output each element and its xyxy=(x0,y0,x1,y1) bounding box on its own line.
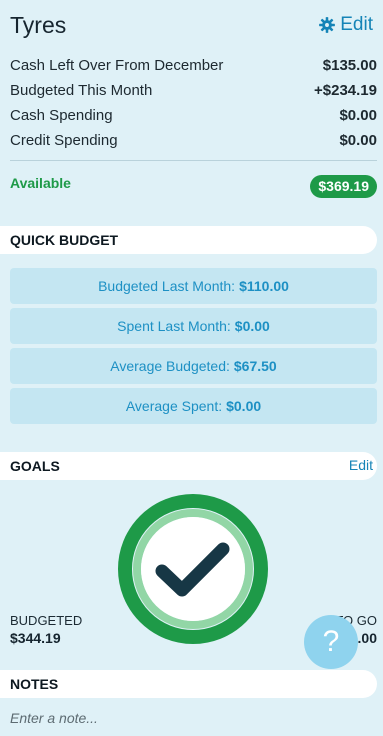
quick-budget-value: $67.50 xyxy=(233,358,277,374)
available-badge: $369.19 xyxy=(310,175,377,198)
quick-budget-value: $0.00 xyxy=(234,318,270,334)
quick-budget-label: Spent Last Month: xyxy=(117,318,231,334)
category-header: Tyres Edit xyxy=(0,0,383,52)
quick-budget-last-month-button[interactable]: Budgeted Last Month: $110.00 xyxy=(10,268,377,304)
gear-icon xyxy=(319,17,336,33)
help-button[interactable]: ? xyxy=(304,615,358,669)
note-input[interactable]: Enter a note... xyxy=(10,710,98,726)
available-label: Available xyxy=(10,175,71,191)
quick-budget-label: Budgeted Last Month: xyxy=(98,278,236,294)
edit-category-label: Edit xyxy=(340,14,373,35)
summary-label: Cash Left Over From December xyxy=(10,57,224,74)
quick-budget-header: QUICK BUDGET xyxy=(0,226,377,254)
divider xyxy=(10,160,377,161)
quick-budget-list: Budgeted Last Month: $110.00 Spent Last … xyxy=(10,268,377,428)
quick-budget-spent-last-month-button[interactable]: Spent Last Month: $0.00 xyxy=(10,308,377,344)
quick-budget-average-budgeted-button[interactable]: Average Budgeted: $67.50 xyxy=(10,348,377,384)
quick-budget-average-spent-button[interactable]: Average Spent: $0.00 xyxy=(10,388,377,424)
question-icon: ? xyxy=(322,625,340,658)
summary-value: $135.00 xyxy=(322,57,377,74)
edit-goal-button[interactable]: Edit xyxy=(349,457,373,473)
summary-value: +$234.19 xyxy=(314,82,377,99)
goal-budgeted-value: $344.19 xyxy=(10,630,61,646)
summary-row-cash-left-over: Cash Left Over From December $135.00 xyxy=(10,53,377,78)
summary-label: Credit Spending xyxy=(10,132,118,149)
category-title: Tyres xyxy=(10,12,67,38)
notes-header: NOTES xyxy=(0,670,377,698)
summary-row-cash-spending: Cash Spending $0.00 xyxy=(10,103,377,128)
summary-label: Cash Spending xyxy=(10,107,113,124)
summary-label: Budgeted This Month xyxy=(10,82,153,99)
summary-row-credit-spending: Credit Spending $0.00 xyxy=(10,128,377,153)
summary-value: $0.00 xyxy=(339,132,377,149)
goal-progress-ring xyxy=(118,494,268,644)
summary-value: $0.00 xyxy=(339,107,377,124)
edit-category-button[interactable]: Edit xyxy=(318,14,373,36)
summary-row-budgeted: Budgeted This Month +$234.19 xyxy=(10,78,377,103)
quick-budget-label: Average Spent: xyxy=(125,398,223,414)
quick-budget-label: Average Budgeted: xyxy=(110,358,230,374)
goal-budgeted-label: BUDGETED xyxy=(10,613,83,628)
summary-list: Cash Left Over From December $135.00 Bud… xyxy=(10,53,377,153)
goals-header: GOALS xyxy=(0,452,377,480)
quick-budget-value: $110.00 xyxy=(239,278,289,294)
quick-budget-value: $0.00 xyxy=(226,398,262,414)
